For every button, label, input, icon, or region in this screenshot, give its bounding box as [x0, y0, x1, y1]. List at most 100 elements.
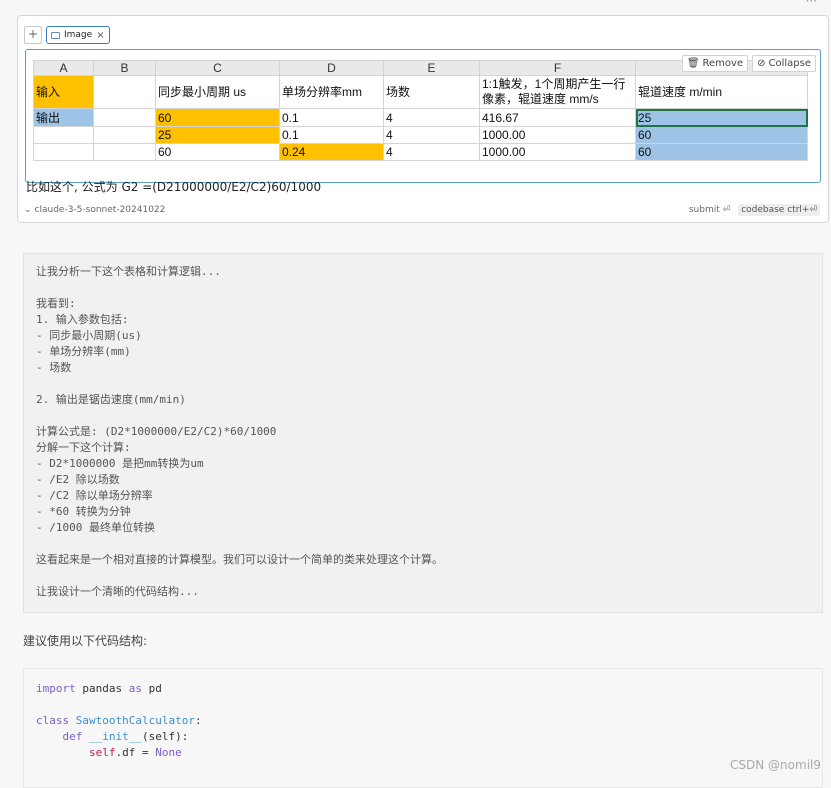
code-token: class: [36, 714, 76, 727]
table-cell: 4: [383, 126, 480, 144]
thinking-line: 2. 输出是锯齿速度(mm/min): [36, 393, 186, 406]
table-cell: 416.67: [479, 108, 636, 127]
prompt-text[interactable]: 比如这个, 公式为 G2 =(D21000000/E2/C2)60/1000: [26, 178, 321, 195]
column-header: D: [279, 60, 384, 76]
chevron-down-icon: ⌄: [24, 205, 32, 215]
code-line: def __init__(self):: [36, 729, 810, 745]
table-cell: 辊道速度 m/min: [635, 75, 808, 109]
thinking-line: - 场数: [36, 361, 72, 374]
table-cell: [33, 126, 94, 144]
table-cell: 输入: [33, 75, 94, 109]
image-chip-label: Image: [64, 30, 93, 40]
codebase-label: codebase: [741, 205, 785, 215]
code-token: import: [36, 682, 76, 695]
suggestion-text: 建议使用以下代码结构:: [23, 634, 148, 648]
table-cell: [93, 108, 156, 127]
column-header: A: [33, 60, 94, 76]
model-name: claude-3-5-sonnet-20241022: [34, 205, 166, 215]
thinking-line: 这看起来是一个相对直接的计算模型。我们可以设计一个简单的类来处理这个计算。: [36, 553, 443, 566]
codebase-button[interactable]: codebase ctrl+⏎: [738, 204, 820, 216]
remove-label: Remove: [702, 57, 744, 69]
more-options-icon[interactable]: ···: [806, 0, 817, 8]
table-cell: 25: [155, 126, 280, 144]
code-token: def: [62, 730, 89, 743]
table-cell: 4: [383, 143, 480, 161]
table-cell: 同步最小周期 us: [155, 75, 280, 109]
submit-label: submit: [688, 205, 720, 215]
thinking-line: 让我分析一下这个表格和计算逻辑...: [36, 265, 221, 278]
collapse-button[interactable]: ⊘ Collapse: [752, 55, 816, 72]
table-cell: 1:1触发，1个周期产生一行像素，辊道速度 mm/s: [479, 75, 636, 109]
table-cell: 0.1: [279, 126, 384, 144]
image-attachment-chip[interactable]: Image ×: [46, 26, 110, 44]
model-selector[interactable]: ⌄ claude-3-5-sonnet-20241022: [24, 205, 165, 215]
thinking-line: [36, 408, 810, 424]
thinking-line: - /E2 除以场数: [36, 473, 120, 486]
thinking-block: 让我分析一下这个表格和计算逻辑... 我看到: 1. 输入参数包括: - 同步最…: [23, 253, 823, 613]
thinking-line: - *60 转换为分钟: [36, 505, 131, 518]
table-cell: 单场分辨率mm: [279, 75, 384, 109]
thinking-line: - /1000 最终单位转换: [36, 521, 155, 534]
code-line: class SawtoothCalculator:: [36, 713, 810, 729]
thinking-line: - /C2 除以单场分辨率: [36, 489, 153, 502]
thinking-line: [36, 568, 810, 584]
table-cell: [93, 126, 156, 144]
code-token: (self):: [141, 730, 189, 743]
table-cell: 1000.00: [479, 143, 636, 161]
code-token: None: [155, 746, 182, 759]
code-token: pd: [141, 682, 162, 695]
code-token: SawtoothCalculator: [75, 714, 195, 727]
image-preview: 🗑 Remove ⊘ Collapse A B C D E F G 输: [25, 49, 821, 183]
submit-button[interactable]: submit ⏎: [689, 205, 730, 215]
message-input-card: + Image × 🗑 Remove ⊘ Collapse A B C D E …: [17, 15, 829, 223]
table-cell: [93, 143, 156, 161]
attachment-row: + Image ×: [24, 26, 110, 44]
eye-off-icon: ⊘: [757, 57, 766, 69]
code-token: as: [128, 682, 142, 695]
table-cell: 4: [383, 108, 480, 127]
table-cell-selected: 25: [635, 108, 808, 127]
thinking-line: - D2*1000000 是把mm转换为um: [36, 457, 204, 470]
thinking-line: [36, 536, 810, 552]
trash-icon: 🗑: [686, 57, 700, 69]
code-token: pandas: [75, 682, 129, 695]
thinking-line: 计算公式是: (D2*1000000/E2/C2)*60/1000: [36, 425, 277, 438]
column-header: C: [155, 60, 280, 76]
remove-chip-icon[interactable]: ×: [96, 30, 104, 41]
collapse-label: Collapse: [768, 57, 812, 69]
code-line: self.df = None: [36, 745, 810, 761]
thinking-line: [36, 280, 810, 296]
code-block[interactable]: import pandas as pd class SawtoothCalcul…: [23, 668, 823, 788]
column-header: E: [383, 60, 480, 76]
codebase-shortcut: ctrl+⏎: [787, 205, 817, 215]
thinking-line: 分解一下这个计算:: [36, 441, 131, 454]
table-row: 输出 60 0.1 4 416.67 25: [33, 108, 808, 127]
column-header: F: [479, 60, 636, 76]
preview-actions: 🗑 Remove ⊘ Collapse: [681, 55, 816, 72]
table-cell: 1000.00: [479, 126, 636, 144]
remove-button[interactable]: 🗑 Remove: [681, 55, 749, 72]
column-header: B: [93, 60, 156, 76]
table-row: 输入 同步最小周期 us 单场分辨率mm 场数 1:1触发，1个周期产生一行像素…: [33, 75, 808, 109]
thinking-line: 让我设计一个清晰的代码结构...: [36, 585, 199, 598]
thinking-line: 1. 输入参数包括:: [36, 313, 129, 326]
code-token: .df =: [115, 746, 156, 759]
enter-icon: ⏎: [722, 205, 731, 215]
thinking-line: [36, 376, 810, 392]
table-cell: 0.1: [279, 108, 384, 127]
table-cell: 60: [155, 143, 280, 161]
table-cell: [93, 75, 156, 109]
table-row: 25 0.1 4 1000.00 60: [33, 126, 808, 144]
code-token: self: [88, 746, 116, 759]
watermark: CSDN @nomil9: [730, 758, 821, 772]
code-token: __init__: [89, 730, 142, 743]
table-cell: 输出: [33, 108, 94, 127]
thinking-line: - 单场分辨率(mm): [36, 345, 131, 358]
table-cell: [33, 143, 94, 161]
thinking-line: - 同步最小周期(us): [36, 329, 142, 342]
add-attachment-button[interactable]: +: [24, 26, 42, 44]
table-cell: 60: [635, 143, 808, 161]
